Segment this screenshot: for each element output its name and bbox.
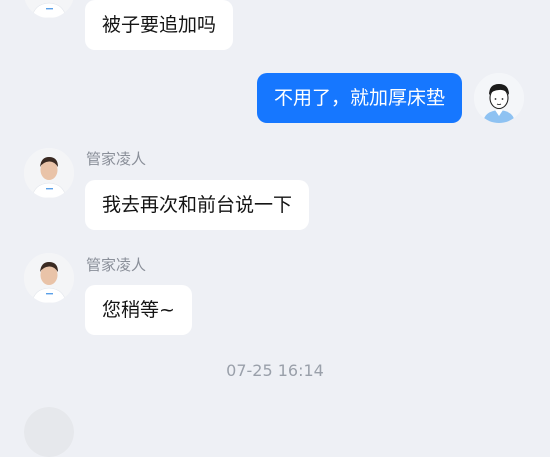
butler-portrait-icon: [24, 253, 74, 303]
message-bubble[interactable]: 被子要追加吗: [85, 0, 234, 50]
butler-avatar[interactable]: [24, 0, 74, 18]
sender-name: 管家凌人: [86, 256, 147, 274]
butler-portrait-icon: [24, 0, 74, 18]
user-avatar[interactable]: [474, 73, 524, 123]
sender-name: 管家凌人: [86, 150, 147, 168]
butler-portrait-icon: [24, 407, 74, 457]
butler-avatar[interactable]: [24, 148, 74, 198]
butler-avatar[interactable]: [24, 253, 74, 303]
timestamp-divider: 07-25 16:14: [226, 361, 324, 380]
message-bubble-outgoing[interactable]: 不用了，就加厚床垫: [256, 73, 462, 123]
message-bubble[interactable]: 我去再次和前台说一下: [85, 180, 310, 230]
butler-portrait-icon: [24, 148, 74, 198]
message-bubble[interactable]: 您稍等~: [85, 285, 192, 335]
user-cartoon-avatar-icon: [474, 73, 524, 123]
butler-avatar[interactable]: [24, 407, 74, 457]
